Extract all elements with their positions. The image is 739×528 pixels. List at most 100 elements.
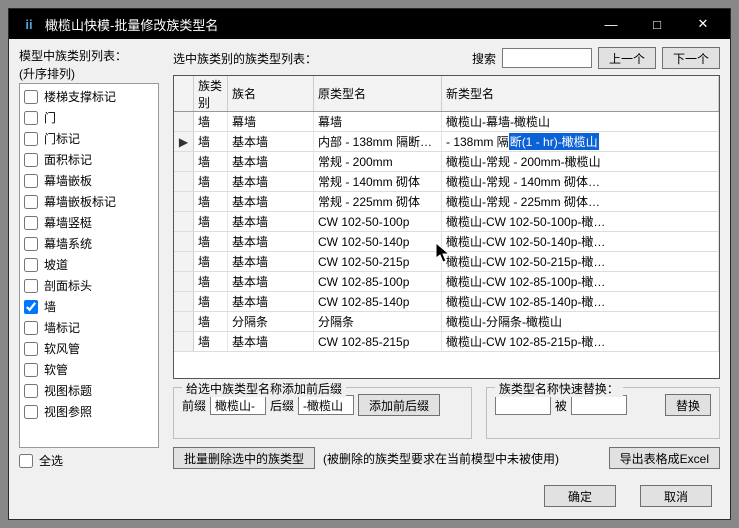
cell-new-type[interactable]: 橄榄山-常规 - 200mm-橄榄山 [442, 152, 719, 171]
category-item[interactable]: 楼梯支撑标记 [24, 86, 154, 107]
category-checkbox[interactable] [24, 153, 38, 167]
export-excel-button[interactable]: 导出表格成Excel [609, 447, 720, 469]
row-header [174, 212, 194, 231]
cell-family-name: 基本墙 [228, 172, 314, 191]
category-label: 门标记 [44, 130, 80, 147]
category-checkbox[interactable] [24, 279, 38, 293]
cell-new-type[interactable]: 橄榄山-常规 - 225mm 砌体… [442, 192, 719, 211]
col-category[interactable]: 族类别 [194, 76, 228, 111]
replace-button[interactable]: 替换 [665, 394, 711, 416]
bulk-delete-button[interactable]: 批量删除选中的族类型 [173, 447, 315, 469]
category-item[interactable]: 幕墙嵌板 [24, 170, 154, 191]
category-item[interactable]: 软管 [24, 359, 154, 380]
next-button[interactable]: 下一个 [662, 47, 720, 69]
cell-family-name: 分隔条 [228, 312, 314, 331]
category-label: 视图标题 [44, 382, 92, 399]
cell-new-type[interactable]: 橄榄山-CW 102-50-215p-橄… [442, 252, 719, 271]
col-new-type[interactable]: 新类型名 [442, 76, 719, 111]
table-row[interactable]: 墙基本墙CW 102-85-140p橄榄山-CW 102-85-140p-橄… [174, 292, 719, 312]
category-item[interactable]: 视图参照 [24, 401, 154, 422]
ok-button[interactable]: 确定 [544, 485, 616, 507]
add-affix-button[interactable]: 添加前后缀 [358, 394, 440, 416]
cell-new-type[interactable]: 橄榄山-幕墙-橄榄山 [442, 112, 719, 131]
category-item[interactable]: 门标记 [24, 128, 154, 149]
select-all-label: 全选 [39, 452, 63, 469]
table-row[interactable]: 墙基本墙CW 102-50-215p橄榄山-CW 102-50-215p-橄… [174, 252, 719, 272]
col-orig-type[interactable]: 原类型名 [314, 76, 442, 111]
prefix-input[interactable] [210, 395, 266, 415]
table-row[interactable]: 墙基本墙常规 - 200mm橄榄山-常规 - 200mm-橄榄山 [174, 152, 719, 172]
cell-family-name: 基本墙 [228, 232, 314, 251]
category-checkbox[interactable] [24, 405, 38, 419]
cell-orig-type: 幕墙 [314, 112, 442, 131]
cell-orig-type: CW 102-85-100p [314, 272, 442, 291]
replace-from-input[interactable] [495, 395, 551, 415]
table-row[interactable]: ▶墙基本墙内部 - 138mm 隔断…- 138mm 隔断(1 - hr)-橄榄… [174, 132, 719, 152]
table-row[interactable]: 墙基本墙CW 102-50-140p橄榄山-CW 102-50-140p-橄… [174, 232, 719, 252]
prev-button[interactable]: 上一个 [598, 47, 656, 69]
grid-header-row: 族类别 族名 原类型名 新类型名 [174, 76, 719, 112]
cell-new-type[interactable]: 橄榄山-常规 - 140mm 砌体… [442, 172, 719, 191]
category-checkbox[interactable] [24, 195, 38, 209]
row-header [174, 172, 194, 191]
category-item[interactable]: 视图标题 [24, 380, 154, 401]
replace-to-input[interactable] [571, 395, 627, 415]
search-input[interactable] [502, 48, 592, 68]
category-label: 剖面标头 [44, 277, 92, 294]
cell-new-type[interactable]: 橄榄山-CW 102-85-100p-橄… [442, 272, 719, 291]
category-checkbox[interactable] [24, 258, 38, 272]
category-item[interactable]: 墙 [24, 296, 154, 317]
table-row[interactable]: 墙基本墙常规 - 225mm 砌体橄榄山-常规 - 225mm 砌体… [174, 192, 719, 212]
category-checkbox[interactable] [24, 321, 38, 335]
col-family-name[interactable]: 族名 [228, 76, 314, 111]
cell-orig-type: 常规 - 200mm [314, 152, 442, 171]
category-item[interactable]: 软风管 [24, 338, 154, 359]
category-checkbox[interactable] [24, 384, 38, 398]
table-row[interactable]: 墙分隔条分隔条橄榄山-分隔条-橄榄山 [174, 312, 719, 332]
cell-new-type[interactable]: - 138mm 隔断(1 - hr)-橄榄山 [442, 132, 719, 151]
cell-category: 墙 [194, 132, 228, 151]
category-item[interactable]: 坡道 [24, 254, 154, 275]
maximize-button[interactable]: □ [634, 9, 680, 39]
category-item[interactable]: 幕墙竖梃 [24, 212, 154, 233]
category-list[interactable]: 楼梯支撑标记门门标记面积标记幕墙嵌板幕墙嵌板标记幕墙竖梃幕墙系统坡道剖面标头墙墙… [19, 83, 159, 448]
category-item[interactable]: 幕墙嵌板标记 [24, 191, 154, 212]
cell-new-type[interactable]: 橄榄山-分隔条-橄榄山 [442, 312, 719, 331]
cell-new-type[interactable]: 橄榄山-CW 102-50-100p-橄… [442, 212, 719, 231]
row-header [174, 152, 194, 171]
category-item[interactable]: 面积标记 [24, 149, 154, 170]
category-checkbox[interactable] [24, 300, 38, 314]
suffix-input[interactable] [298, 395, 354, 415]
category-item[interactable]: 幕墙系统 [24, 233, 154, 254]
category-checkbox[interactable] [24, 363, 38, 377]
category-checkbox[interactable] [24, 90, 38, 104]
cell-family-name: 基本墙 [228, 272, 314, 291]
cell-category: 墙 [194, 152, 228, 171]
type-grid[interactable]: 族类别 族名 原类型名 新类型名 墙幕墙幕墙橄榄山-幕墙-橄榄山▶墙基本墙内部 … [173, 75, 720, 379]
select-all-checkbox[interactable] [19, 454, 33, 468]
cell-new-type[interactable]: 橄榄山-CW 102-85-140p-橄… [442, 292, 719, 311]
category-item[interactable]: 墙标记 [24, 317, 154, 338]
minimize-button[interactable]: — [588, 9, 634, 39]
cell-new-type[interactable]: 橄榄山-CW 102-50-140p-橄… [442, 232, 719, 251]
select-all[interactable]: 全选 [19, 452, 159, 469]
table-row[interactable]: 墙幕墙幕墙橄榄山-幕墙-橄榄山 [174, 112, 719, 132]
cancel-button[interactable]: 取消 [640, 485, 712, 507]
table-row[interactable]: 墙基本墙CW 102-85-215p橄榄山-CW 102-85-215p-橄… [174, 332, 719, 352]
table-row[interactable]: 墙基本墙CW 102-50-100p橄榄山-CW 102-50-100p-橄… [174, 212, 719, 232]
category-item[interactable]: 剖面标头 [24, 275, 154, 296]
category-checkbox[interactable] [24, 174, 38, 188]
cell-category: 墙 [194, 172, 228, 191]
category-checkbox[interactable] [24, 237, 38, 251]
close-button[interactable]: ✕ [680, 9, 726, 39]
table-row[interactable]: 墙基本墙CW 102-85-100p橄榄山-CW 102-85-100p-橄… [174, 272, 719, 292]
right-header: 选中族类别的族类型列表： [173, 50, 333, 67]
category-checkbox[interactable] [24, 342, 38, 356]
cell-new-type[interactable]: 橄榄山-CW 102-85-215p-橄… [442, 332, 719, 351]
category-checkbox[interactable] [24, 111, 38, 125]
category-item[interactable]: 门 [24, 107, 154, 128]
table-row[interactable]: 墙基本墙常规 - 140mm 砌体橄榄山-常规 - 140mm 砌体… [174, 172, 719, 192]
category-checkbox[interactable] [24, 216, 38, 230]
row-header [174, 232, 194, 251]
category-checkbox[interactable] [24, 132, 38, 146]
